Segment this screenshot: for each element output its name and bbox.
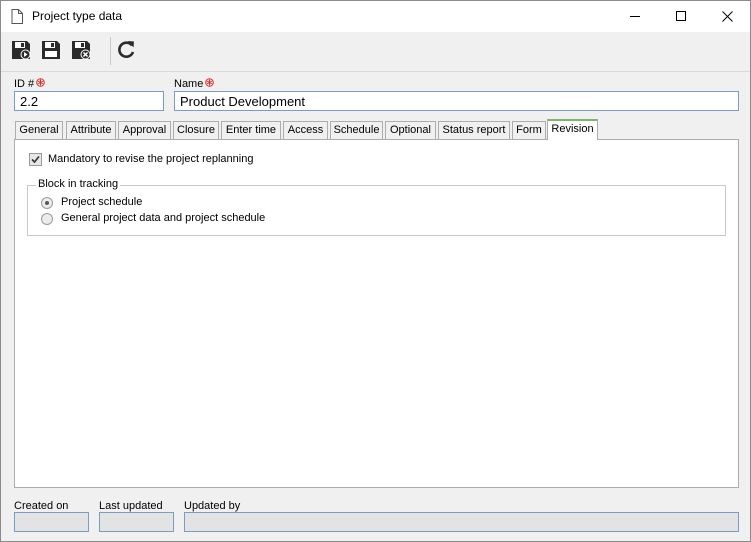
revision-panel: Mandatory to revise the project replanni… [14, 139, 739, 488]
block-in-tracking-title: Block in tracking [36, 178, 121, 190]
save-new-icon [10, 39, 32, 64]
tab-status-report[interactable]: Status report [438, 121, 510, 139]
updated-by-field [184, 512, 739, 532]
last-updated-label: Last updated [99, 500, 163, 512]
window-title: Project type data [32, 9, 123, 23]
updated-by-label: Updated by [184, 500, 241, 512]
created-on-label: Created on [14, 500, 69, 512]
tab-access[interactable]: Access [283, 121, 328, 139]
created-on-field [14, 512, 89, 532]
close-icon [721, 11, 733, 22]
radio-general-data-schedule-label: General project data and project schedul… [61, 212, 266, 224]
toolbar [1, 32, 750, 72]
id-label: ID # [14, 78, 45, 90]
minimize-icon [629, 11, 641, 22]
checkmark-icon [31, 153, 40, 167]
mandatory-revise-checkbox[interactable] [29, 153, 42, 166]
required-icon [36, 78, 45, 87]
radio-project-schedule[interactable] [41, 197, 53, 209]
save-icon [40, 39, 62, 64]
save-close-icon [70, 39, 92, 64]
radio-project-schedule-label: Project schedule [61, 196, 143, 208]
last-updated-field [99, 512, 174, 532]
refresh-icon [115, 39, 137, 64]
maximize-button[interactable] [658, 1, 704, 32]
project-type-window: Project type data ID # 2.2 Name Product … [0, 0, 751, 542]
document-icon [11, 9, 23, 24]
tab-revision[interactable]: Revision [547, 119, 598, 140]
close-button[interactable] [704, 1, 750, 32]
refresh-button[interactable] [113, 38, 139, 64]
toolbar-separator [110, 37, 111, 65]
minimize-button[interactable] [612, 1, 658, 32]
maximize-icon [675, 11, 687, 22]
id-field[interactable]: 2.2 [14, 91, 164, 111]
mandatory-revise-label: Mandatory to revise the project replanni… [48, 153, 254, 165]
tab-form[interactable]: Form [512, 121, 546, 139]
radio-general-data-schedule[interactable] [41, 213, 53, 225]
tab-approval[interactable]: Approval [118, 121, 171, 139]
save-button[interactable] [38, 38, 64, 64]
tab-closure[interactable]: Closure [173, 121, 219, 139]
id-label-text: ID # [14, 78, 35, 90]
required-icon [205, 78, 215, 87]
save-new-button[interactable] [8, 38, 34, 64]
title-bar: Project type data [1, 1, 750, 32]
block-in-tracking-group: Block in tracking Project schedule Gener… [27, 178, 726, 236]
tab-attribute[interactable]: Attribute [66, 121, 116, 139]
tab-general[interactable]: General [15, 121, 63, 139]
name-field[interactable]: Product Development [174, 91, 739, 111]
name-label: Name [174, 78, 215, 90]
tab-schedule[interactable]: Schedule [330, 121, 383, 139]
save-close-button[interactable] [68, 38, 94, 64]
tab-enter-time[interactable]: Enter time [221, 121, 281, 139]
name-label-text: Name [174, 78, 204, 90]
tab-optional[interactable]: Optional [385, 121, 436, 139]
